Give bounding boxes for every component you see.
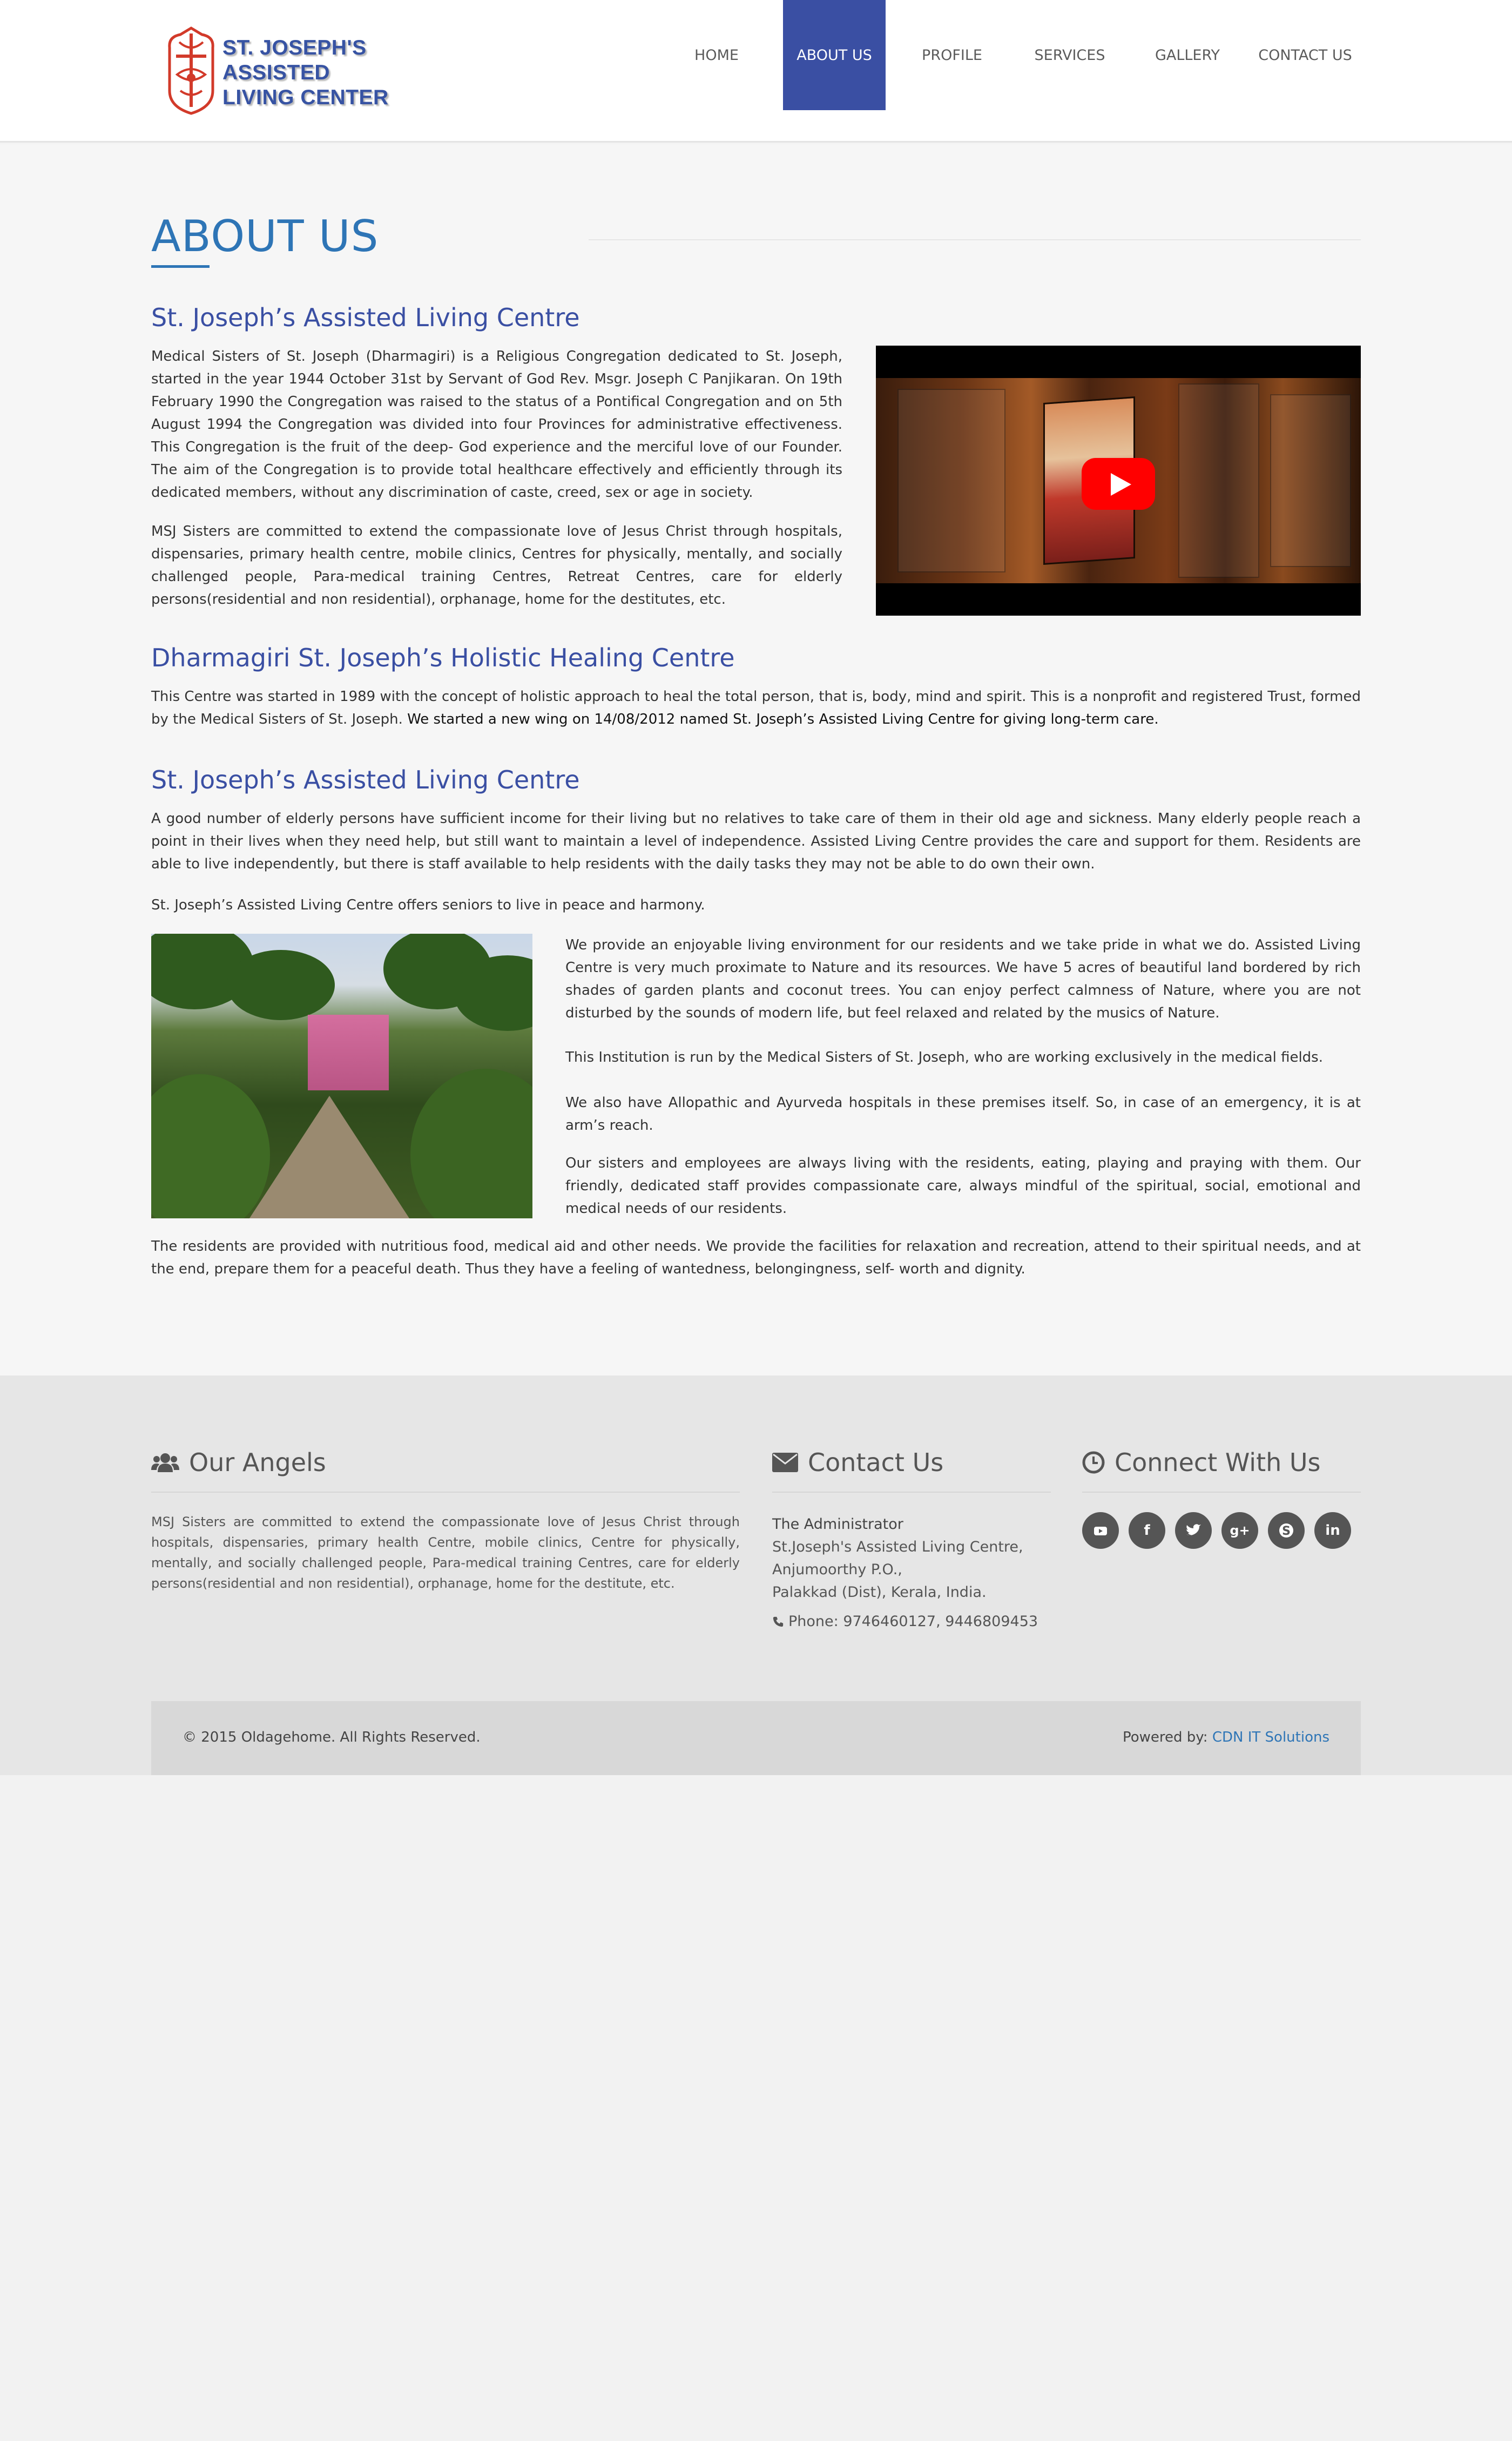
logo-line-3: LIVING CENTER (222, 86, 389, 109)
connect-divider (1082, 1492, 1361, 1493)
page-title: ABOUT US (151, 211, 379, 261)
angels-description: MSJ Sisters are committed to extend the … (151, 1514, 740, 1591)
paragraph-elderly-persons: A good number of elderly persons have su… (151, 811, 1361, 872)
page-background (0, 1775, 1512, 2441)
angels-heading-label: Our Angels (189, 1448, 326, 1477)
nav-contact-us[interactable]: CONTACT US (1254, 0, 1356, 110)
emblem-icon (168, 26, 214, 115)
copyright-bar: © 2015 Oldagehome. All Rights Reserved. … (151, 1701, 1361, 1775)
powered-by-label: Powered by: (1123, 1729, 1212, 1745)
logo-wordmark: ST. JOSEPH'S ASSISTED LIVING CENTER (222, 36, 389, 110)
section-heading-assisted-living: St. Joseph’s Assisted Living Centre (151, 303, 580, 332)
site-logo[interactable]: ST. JOSEPH'S ASSISTED LIVING CENTER (164, 26, 407, 116)
phone-text: Phone: 9746460127, 9446809453 (788, 1613, 1038, 1630)
contact-divider (772, 1492, 1051, 1493)
connect-heading-label: Connect With Us (1115, 1448, 1321, 1477)
footer-heading-angels: Our Angels (151, 1448, 326, 1477)
angels-divider (151, 1492, 740, 1493)
main-content: ABOUT US St. Joseph’s Assisted Living Ce… (0, 144, 1512, 1375)
nav-home[interactable]: HOME (665, 0, 768, 110)
site-footer: Our Angels MSJ Sisters are committed to … (0, 1375, 1512, 1775)
nav-gallery[interactable]: GALLERY (1136, 0, 1239, 110)
facebook-icon[interactable]: f (1129, 1512, 1165, 1549)
new-wing-text: We started a new wing on 14/08/2012 name… (407, 711, 1159, 727)
svg-text:S: S (1282, 1525, 1291, 1538)
contact-address: The Administrator St.Joseph's Assisted L… (772, 1513, 1023, 1604)
paragraph-msj-sisters: MSJ Sisters are committed to extend the … (151, 523, 842, 608)
copyright-text: © 2015 Oldagehome. All Rights Reserved. (183, 1729, 481, 1745)
phone-icon (773, 1616, 784, 1627)
section-heading-assisted-living-2: St. Joseph’s Assisted Living Centre (151, 765, 580, 794)
footer-heading-connect: Connect With Us (1082, 1448, 1321, 1477)
clock-icon (1082, 1451, 1105, 1474)
campus-photo (151, 934, 532, 1218)
youtube-play-button[interactable] (1082, 458, 1155, 510)
paragraph-congregation: Medical Sisters of St. Joseph (Dharmagir… (151, 348, 842, 501)
site-header: ST. JOSEPH'S ASSISTED LIVING CENTER HOME… (0, 0, 1512, 143)
video-embed[interactable] (876, 346, 1361, 616)
logo-line-2: ASSISTED (222, 61, 330, 84)
nav-about-us[interactable]: ABOUT US (783, 0, 886, 110)
contact-phone: Phone: 9746460127, 9446809453 (772, 1613, 1038, 1630)
paragraph-hospitals: We also have Allopathic and Ayurveda hos… (565, 1095, 1361, 1134)
users-icon (151, 1453, 179, 1472)
envelope-icon (772, 1453, 798, 1472)
nav-profile[interactable]: PROFILE (901, 0, 1003, 110)
skype-icon[interactable]: S (1268, 1512, 1305, 1549)
powered-by-link[interactable]: CDN IT Solutions (1212, 1729, 1329, 1745)
title-divider (589, 239, 1361, 240)
title-underline (151, 265, 210, 268)
youtube-icon[interactable] (1082, 1512, 1119, 1549)
google-plus-icon[interactable]: g+ (1221, 1512, 1258, 1549)
section-heading-holistic-healing: Dharmagiri St. Joseph’s Holistic Healing… (151, 643, 735, 672)
contact-heading-label: Contact Us (808, 1448, 944, 1477)
paragraph-peace-harmony: St. Joseph’s Assisted Living Centre offe… (151, 897, 705, 913)
paragraph-living-environment: We provide an enjoyable living environme… (565, 937, 1361, 1021)
linkedin-icon[interactable]: in (1314, 1512, 1351, 1549)
twitter-icon[interactable] (1175, 1512, 1212, 1549)
contact-name: The Administrator (772, 1516, 903, 1533)
contact-line-1: St.Joseph's Assisted Living Centre, (772, 1539, 1023, 1555)
nav-services[interactable]: SERVICES (1018, 0, 1121, 110)
paragraph-residents: The residents are provided with nutritio… (151, 1238, 1361, 1277)
paragraph-institution: This Institution is run by the Medical S… (565, 1049, 1323, 1066)
contact-line-3: Palakkad (Dist), Kerala, India. (772, 1584, 987, 1601)
logo-line-1: ST. JOSEPH'S (222, 36, 367, 59)
powered-by: Powered by: CDN IT Solutions (1123, 1729, 1329, 1745)
paragraph-sisters-employees: Our sisters and employees are always liv… (565, 1155, 1361, 1217)
contact-line-2: Anjumoorthy P.O., (772, 1561, 902, 1578)
paragraph-holistic-centre: This Centre was started in 1989 with the… (151, 685, 1361, 731)
footer-heading-contact: Contact Us (772, 1448, 943, 1477)
